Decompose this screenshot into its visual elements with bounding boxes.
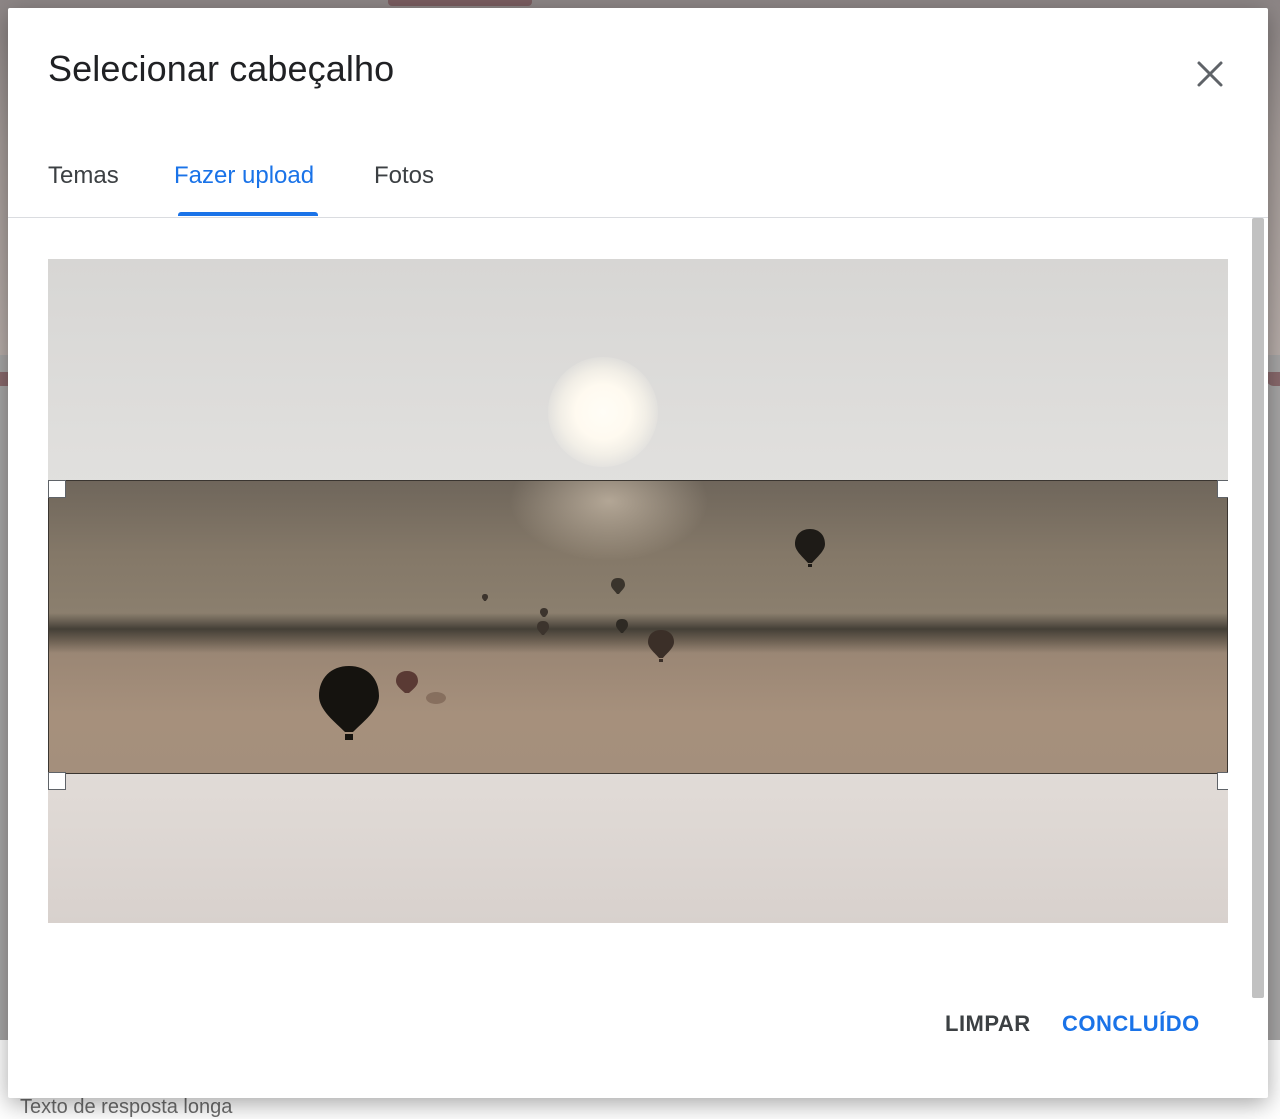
active-tab-indicator <box>178 212 318 216</box>
balloon-large <box>319 666 379 740</box>
tab-upload[interactable]: Fazer upload <box>174 162 314 190</box>
dialog-scrollbar[interactable] <box>1252 218 1264 998</box>
crop-handle-top-left[interactable] <box>48 480 66 498</box>
balloon-middle-right <box>648 630 674 662</box>
dialog-title: Selecionar cabeçalho <box>48 48 395 89</box>
background-tab-indicator <box>388 0 532 6</box>
long-answer-placeholder: Texto de resposta longa <box>20 1096 233 1118</box>
crop-handle-bottom-right[interactable] <box>1217 772 1228 790</box>
balloon-distant-2 <box>616 619 628 633</box>
crop-handle-top-right[interactable] <box>1217 480 1228 498</box>
done-button[interactable]: CONCLUÍDO <box>1062 1011 1200 1037</box>
horizon-treeline <box>49 613 1227 653</box>
balloon-distant-1 <box>611 578 625 594</box>
balloon-small-red <box>396 671 418 693</box>
close-icon <box>1197 61 1223 87</box>
tab-themes[interactable]: Temas <box>48 162 119 190</box>
crop-selection[interactable] <box>48 480 1228 774</box>
balloon-faint <box>426 692 446 704</box>
balloon-distant-5 <box>482 594 488 601</box>
select-header-dialog: Selecionar cabeçalho Temas Fazer upload … <box>8 8 1268 1098</box>
balloon-distant-4 <box>540 608 548 617</box>
tab-photos[interactable]: Fotos <box>374 162 434 190</box>
background-card-edge-right <box>1266 372 1280 386</box>
crop-handle-bottom-left[interactable] <box>48 772 66 790</box>
sun-glow <box>509 481 709 561</box>
balloon-distant-3 <box>537 621 549 635</box>
uploaded-image <box>48 259 1228 923</box>
balloon-upper-right <box>795 529 825 567</box>
tab-bar: Temas Fazer upload Fotos <box>8 148 1268 218</box>
clear-button[interactable]: LIMPAR <box>945 1011 1031 1037</box>
sun <box>548 357 658 467</box>
close-button[interactable] <box>1190 54 1230 94</box>
